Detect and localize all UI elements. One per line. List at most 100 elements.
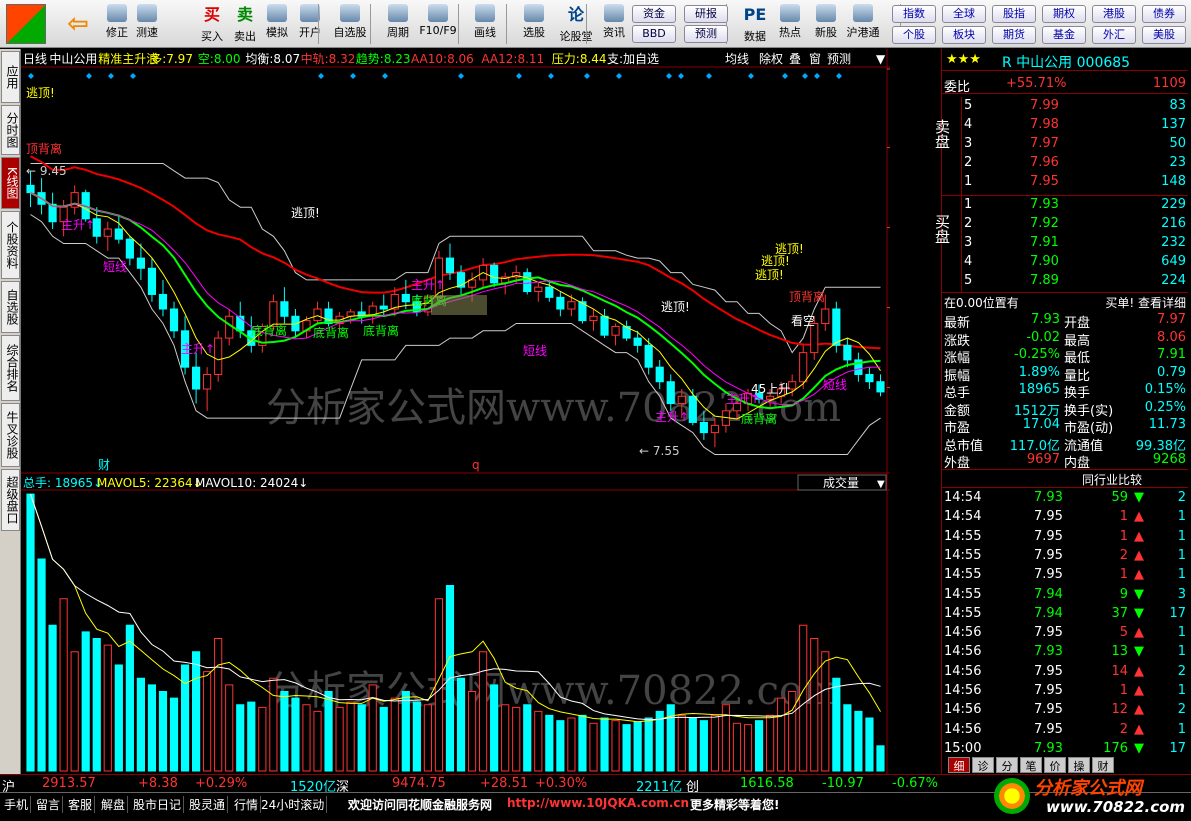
mid-button[interactable]: 资金 <box>632 5 676 23</box>
volume-bar <box>766 714 775 772</box>
toolbar-button-label: 模拟 <box>266 26 288 39</box>
quote-bottom-tab[interactable]: 诊 <box>972 757 994 773</box>
volume-bar <box>291 697 300 772</box>
volume-dropdown-label[interactable]: 成交量 <box>823 475 859 490</box>
candle-body <box>865 373 874 383</box>
测速-button[interactable]: 测速 <box>131 3 163 46</box>
周期-button[interactable]: 周期 <box>378 3 418 46</box>
left-tab[interactable]: 应用 <box>1 51 20 103</box>
quote-bottom-tab[interactable]: 分 <box>996 757 1018 773</box>
卖出-button[interactable]: 卖卖出 <box>229 3 261 46</box>
kline-chart-area[interactable]: 日线 中山公用 精准主升浪 多:7.97 空:8.00 均衡:8.07 中轨:8.32 趋势:… <box>21 49 890 774</box>
market-button[interactable]: 港股 <box>1092 5 1136 23</box>
chart-control-button[interactable]: 预测 <box>827 52 851 66</box>
tick-price: 7.95 <box>1034 702 1063 718</box>
tick-row: 14:56 7.93 13 ▼ 1 <box>942 643 1188 662</box>
toolbar-button-label: 测速 <box>136 26 158 39</box>
quote-bottom-tab[interactable]: 价 <box>1044 757 1066 773</box>
market-button[interactable]: 板块 <box>942 26 986 44</box>
bottom-item[interactable]: 行情 <box>232 796 262 813</box>
mid-button[interactable]: 研报 <box>684 5 728 23</box>
chart-control-button[interactable]: 窗 <box>809 52 821 66</box>
开户-button[interactable]: 开户 <box>294 3 326 46</box>
chart-control-button[interactable]: 均线 <box>725 52 749 66</box>
mid-button[interactable]: BBD <box>632 25 676 43</box>
quote-bottom-tab[interactable]: 笔 <box>1020 757 1042 773</box>
tick-volume: 2 <box>1119 547 1128 563</box>
bottom-item[interactable]: 股灵通 <box>187 796 229 813</box>
mid-button[interactable]: 预测 <box>684 25 728 43</box>
bottom-item[interactable]: 24小时滚动 <box>259 796 328 813</box>
tick-row: 14:56 7.95 2 ▲ 1 <box>942 721 1188 740</box>
flower-logo-icon <box>994 778 1030 814</box>
market-button[interactable]: 债券 <box>1142 5 1186 23</box>
market-button[interactable]: 基金 <box>1042 26 1086 44</box>
market-button[interactable]: 期货 <box>992 26 1036 44</box>
market-button[interactable]: 股指 <box>992 5 1036 23</box>
模拟-button[interactable]: 模拟 <box>261 3 293 46</box>
left-tab[interactable]: 分时图 <box>1 105 20 155</box>
F10/F9-button[interactable]: F10/F9 <box>418 3 458 46</box>
数据-button[interactable]: PE 数据 <box>735 3 775 46</box>
tick-volume: 1 <box>1119 509 1128 525</box>
论股堂-button[interactable]: 论论股堂 <box>556 3 596 46</box>
自选股-button[interactable]: 自选股 <box>330 3 370 46</box>
画线-button[interactable]: 画线 <box>465 3 505 46</box>
back-button[interactable]: ⇦ <box>60 3 96 46</box>
quote-bottom-tab[interactable]: 操 <box>1068 757 1090 773</box>
quote-bottom-tab[interactable]: 财 <box>1092 757 1114 773</box>
left-tab[interactable]: 个股资料 <box>1 211 20 279</box>
kline-chart-svg[interactable]: 日线 中山公用 精准主升浪多:7.97 空:8.00 均衡:8.07 中轨:8.32 趋势:… <box>21 49 890 774</box>
新股-button[interactable]: 新股 <box>806 3 846 46</box>
candle-body <box>655 366 664 383</box>
chart-control-button[interactable]: 叠 <box>789 52 801 66</box>
bottom-item[interactable]: 客服 <box>66 796 96 813</box>
volume-bar <box>876 745 885 772</box>
quote-bottom-tab[interactable]: 细 <box>948 757 970 773</box>
stock-code-label: R 中山公用 000685 <box>1002 55 1131 71</box>
candle-body <box>379 305 388 310</box>
volume-bar <box>611 720 620 772</box>
bottom-item[interactable]: 手机 <box>2 796 32 813</box>
left-tab-bar: 应用分时图 K线图个股资料自选股综合排名牛叉诊股超级盘口 <box>0 49 21 792</box>
market-button[interactable]: 外汇 <box>1092 26 1136 44</box>
chevron-down-icon[interactable]: ▼ <box>877 479 885 490</box>
left-tab[interactable]: 综合排名 <box>1 335 20 401</box>
left-tab[interactable]: 自选股 <box>1 281 20 333</box>
market-button[interactable]: 美股 <box>1142 26 1186 44</box>
volume-bar <box>324 691 333 772</box>
热点-button[interactable]: 热点 <box>770 3 810 46</box>
up-arrow-icon: ▲ <box>1134 509 1144 525</box>
compare-tab[interactable]: 同行业比较 <box>1082 471 1142 488</box>
买入-button[interactable]: 买买入 <box>196 3 228 46</box>
down-arrow-icon: ▼ <box>1134 605 1144 621</box>
修正-button[interactable]: 修正 <box>101 3 133 46</box>
tick-count: 3 <box>1177 586 1186 602</box>
down-arrow-icon: ▼ <box>1134 644 1144 660</box>
沪港通-button[interactable]: 沪港通 <box>843 3 883 46</box>
volume-bar <box>666 704 675 772</box>
market-button[interactable]: 指数 <box>892 5 936 23</box>
bottom-item[interactable]: 留言 <box>34 796 64 813</box>
left-tab[interactable]: 超级盘口 <box>1 469 20 531</box>
选股-button[interactable]: 选股 <box>514 3 554 46</box>
market-button[interactable]: 期权 <box>1042 5 1086 23</box>
volume-bar <box>710 714 719 772</box>
chart-control-button[interactable]: 除权 <box>759 51 783 66</box>
bottom-item[interactable]: 解盘 <box>99 796 129 813</box>
site-url-link[interactable]: http://www.10JQKA.com.cn <box>505 796 691 810</box>
资讯-button[interactable]: 资讯 <box>594 3 634 46</box>
market-button[interactable]: 个股 <box>892 26 936 44</box>
candle-body <box>589 315 598 322</box>
stat-row: 涨跌 -0.02 最高 8.06 <box>942 329 1188 349</box>
detail-link[interactable]: 买单! 查看详细 <box>1105 294 1186 311</box>
market-button[interactable]: 全球 <box>942 5 986 23</box>
left-tab[interactable]: 牛叉诊股 <box>1 403 20 467</box>
indicator-value: AA10:8.06 <box>411 52 474 66</box>
escape-top-annotation: 逃顶! <box>26 86 55 100</box>
bottom-item[interactable]: 股市日记 <box>131 796 185 813</box>
toolbar-button-label: 新股 <box>815 26 837 39</box>
dropdown-arrow-icon[interactable]: ▼ <box>876 52 886 66</box>
volume-axis-label: 20906 <box>889 487 890 501</box>
left-tab[interactable]: K线图 <box>1 157 20 209</box>
